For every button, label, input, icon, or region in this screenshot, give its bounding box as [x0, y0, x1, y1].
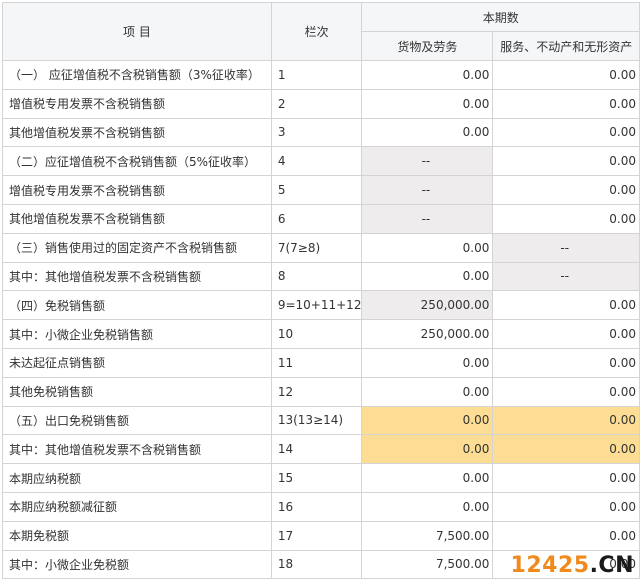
row-column-number: 4	[270, 146, 363, 177]
row-goods-value[interactable]: 0.00	[361, 232, 494, 263]
row-services-value[interactable]: 0.00	[492, 290, 640, 321]
header-goods-labor: 货物及劳务	[361, 31, 494, 61]
row-goods-value[interactable]: 0.00	[361, 491, 494, 522]
table-row: （四）免税销售额 9=10+11+12 250,000.00 0.00	[2, 290, 640, 321]
row-item-label: 其中：小微企业免税额	[2, 549, 272, 580]
row-goods-value[interactable]: 7,500.00	[361, 549, 494, 580]
row-column-number: 14	[270, 434, 363, 465]
table-row: 其中：小微企业免税销售额 10 250,000.00 0.00	[2, 319, 640, 349]
row-services-value[interactable]: 0.00	[492, 405, 640, 436]
row-column-number: 12	[270, 376, 363, 407]
row-column-number: 5	[270, 175, 363, 205]
row-goods-value[interactable]: 0.00	[361, 60, 494, 90]
row-services-value[interactable]: 0.00	[492, 376, 640, 407]
row-services-value[interactable]: 0.00	[492, 463, 640, 493]
row-column-number: 9=10+11+12	[270, 290, 363, 321]
row-goods-value[interactable]: 0.00	[361, 405, 494, 436]
row-goods-value: --	[361, 146, 494, 177]
table-row: 增值税专用发票不含税销售额 5 -- 0.00	[2, 175, 640, 205]
row-goods-value[interactable]: 0.00	[361, 463, 494, 493]
row-column-number: 17	[270, 520, 363, 551]
table-row: （一） 应征增值税不含税销售额（3%征收率） 1 0.00 0.00	[2, 60, 640, 90]
row-goods-value[interactable]: 0.00	[361, 376, 494, 407]
row-item-label: （四）免税销售额	[2, 290, 272, 321]
row-goods-value[interactable]: 0.00	[361, 88, 494, 119]
row-goods-value[interactable]: 0.00	[361, 347, 494, 378]
table-row: 其他免税销售额 12 0.00 0.00	[2, 376, 640, 407]
row-column-number: 2	[270, 88, 363, 119]
table-row: （五）出口免税销售额 13(13≥14) 0.00 0.00	[2, 405, 640, 436]
row-goods-value[interactable]: 7,500.00	[361, 520, 494, 551]
row-item-label: （一） 应征增值税不含税销售额（3%征收率）	[2, 60, 272, 90]
row-services-value[interactable]: 0.00	[492, 117, 640, 148]
row-column-number: 3	[270, 117, 363, 148]
row-column-number: 11	[270, 347, 363, 378]
row-services-value[interactable]: 0.00	[492, 347, 640, 378]
row-column-number: 7(7≥8)	[270, 232, 363, 263]
row-services-value[interactable]: 0.00	[492, 146, 640, 177]
row-item-label: 本期应纳税额减征额	[2, 491, 272, 522]
table-row: 本期应纳税额减征额 16 0.00 0.00	[2, 491, 640, 522]
row-item-label: 其他增值税发票不含税销售额	[2, 203, 272, 234]
table-row: （二）应征增值税不含税销售额（5%征收率） 4 -- 0.00	[2, 146, 640, 177]
row-goods-value[interactable]: 0.00	[361, 261, 494, 292]
row-column-number: 16	[270, 491, 363, 522]
table-row: （三）销售使用过的固定资产不含税销售额 7(7≥8) 0.00 --	[2, 232, 640, 263]
row-goods-value[interactable]: 0.00	[361, 117, 494, 148]
table-row: 增值税专用发票不含税销售额 2 0.00 0.00	[2, 88, 640, 119]
row-services-value[interactable]: 0.00	[492, 203, 640, 234]
row-services-value[interactable]: 0.00	[492, 175, 640, 205]
row-goods-value: 250,000.00	[361, 290, 494, 321]
row-item-label: （二）应征增值税不含税销售额（5%征收率）	[2, 146, 272, 177]
row-goods-value[interactable]: 250,000.00	[361, 319, 494, 349]
row-item-label: 增值税专用发票不含税销售额	[2, 88, 272, 119]
row-column-number: 1	[270, 60, 363, 90]
table-row: 其他增值税发票不含税销售额 3 0.00 0.00	[2, 117, 640, 148]
row-column-number: 6	[270, 203, 363, 234]
row-item-label: 其他增值税发票不含税销售额	[2, 117, 272, 148]
row-item-label: 其中：其他增值税发票不含税销售额	[2, 434, 272, 465]
row-services-value: --	[492, 232, 640, 263]
row-column-number: 13(13≥14)	[270, 405, 363, 436]
row-item-label: 本期免税额	[2, 520, 272, 551]
table-row: 其中：其他增值税发票不含税销售额 14 0.00 0.00	[2, 434, 640, 465]
header-column-number: 栏次	[270, 2, 363, 61]
row-item-label: 未达起征点销售额	[2, 347, 272, 378]
row-services-value[interactable]: 0.00	[492, 60, 640, 90]
row-column-number: 15	[270, 463, 363, 493]
table-row: 本期应纳税额 15 0.00 0.00	[2, 463, 640, 493]
table-row: 其他增值税发票不含税销售额 6 -- 0.00	[2, 203, 640, 234]
table-row: 其中：其他增值税发票不含税销售额 8 0.00 --	[2, 261, 640, 292]
row-column-number: 18	[270, 549, 363, 580]
row-services-value[interactable]: 0.00	[492, 319, 640, 349]
header-current-period: 本期数	[361, 2, 640, 32]
table-row: 未达起征点销售额 11 0.00 0.00	[2, 347, 640, 378]
tax-declaration-table: 项 目 栏次 本期数 货物及劳务 服务、不动产和无形资产 （一） 应征增值税不含…	[2, 2, 640, 580]
row-goods-value: --	[361, 175, 494, 205]
table-row: 本期免税额 17 7,500.00 0.00	[2, 520, 640, 551]
row-services-value[interactable]: 0.00	[492, 491, 640, 522]
row-item-label: 本期应纳税额	[2, 463, 272, 493]
row-column-number: 8	[270, 261, 363, 292]
row-item-label: 其中：小微企业免税销售额	[2, 319, 272, 349]
header-item: 项 目	[2, 2, 272, 61]
watermark-logo: 12425.CN	[510, 553, 634, 578]
row-item-label: 其他免税销售额	[2, 376, 272, 407]
row-item-label: 其中：其他增值税发票不含税销售额	[2, 261, 272, 292]
header-services-property: 服务、不动产和无形资产	[492, 31, 640, 61]
row-item-label: 增值税专用发票不含税销售额	[2, 175, 272, 205]
table-body: （一） 应征增值税不含税销售额（3%征收率） 1 0.00 0.00 增值税专用发票不含…	[2, 60, 640, 580]
row-services-value[interactable]: 0.00	[492, 434, 640, 465]
row-item-label: （五）出口免税销售额	[2, 405, 272, 436]
row-goods-value: --	[361, 203, 494, 234]
row-column-number: 10	[270, 319, 363, 349]
row-services-value[interactable]: 0.00	[492, 520, 640, 551]
row-item-label: （三）销售使用过的固定资产不含税销售额	[2, 232, 272, 263]
row-goods-value[interactable]: 0.00	[361, 434, 494, 465]
row-services-value: --	[492, 261, 640, 292]
row-services-value[interactable]: 0.00	[492, 88, 640, 119]
